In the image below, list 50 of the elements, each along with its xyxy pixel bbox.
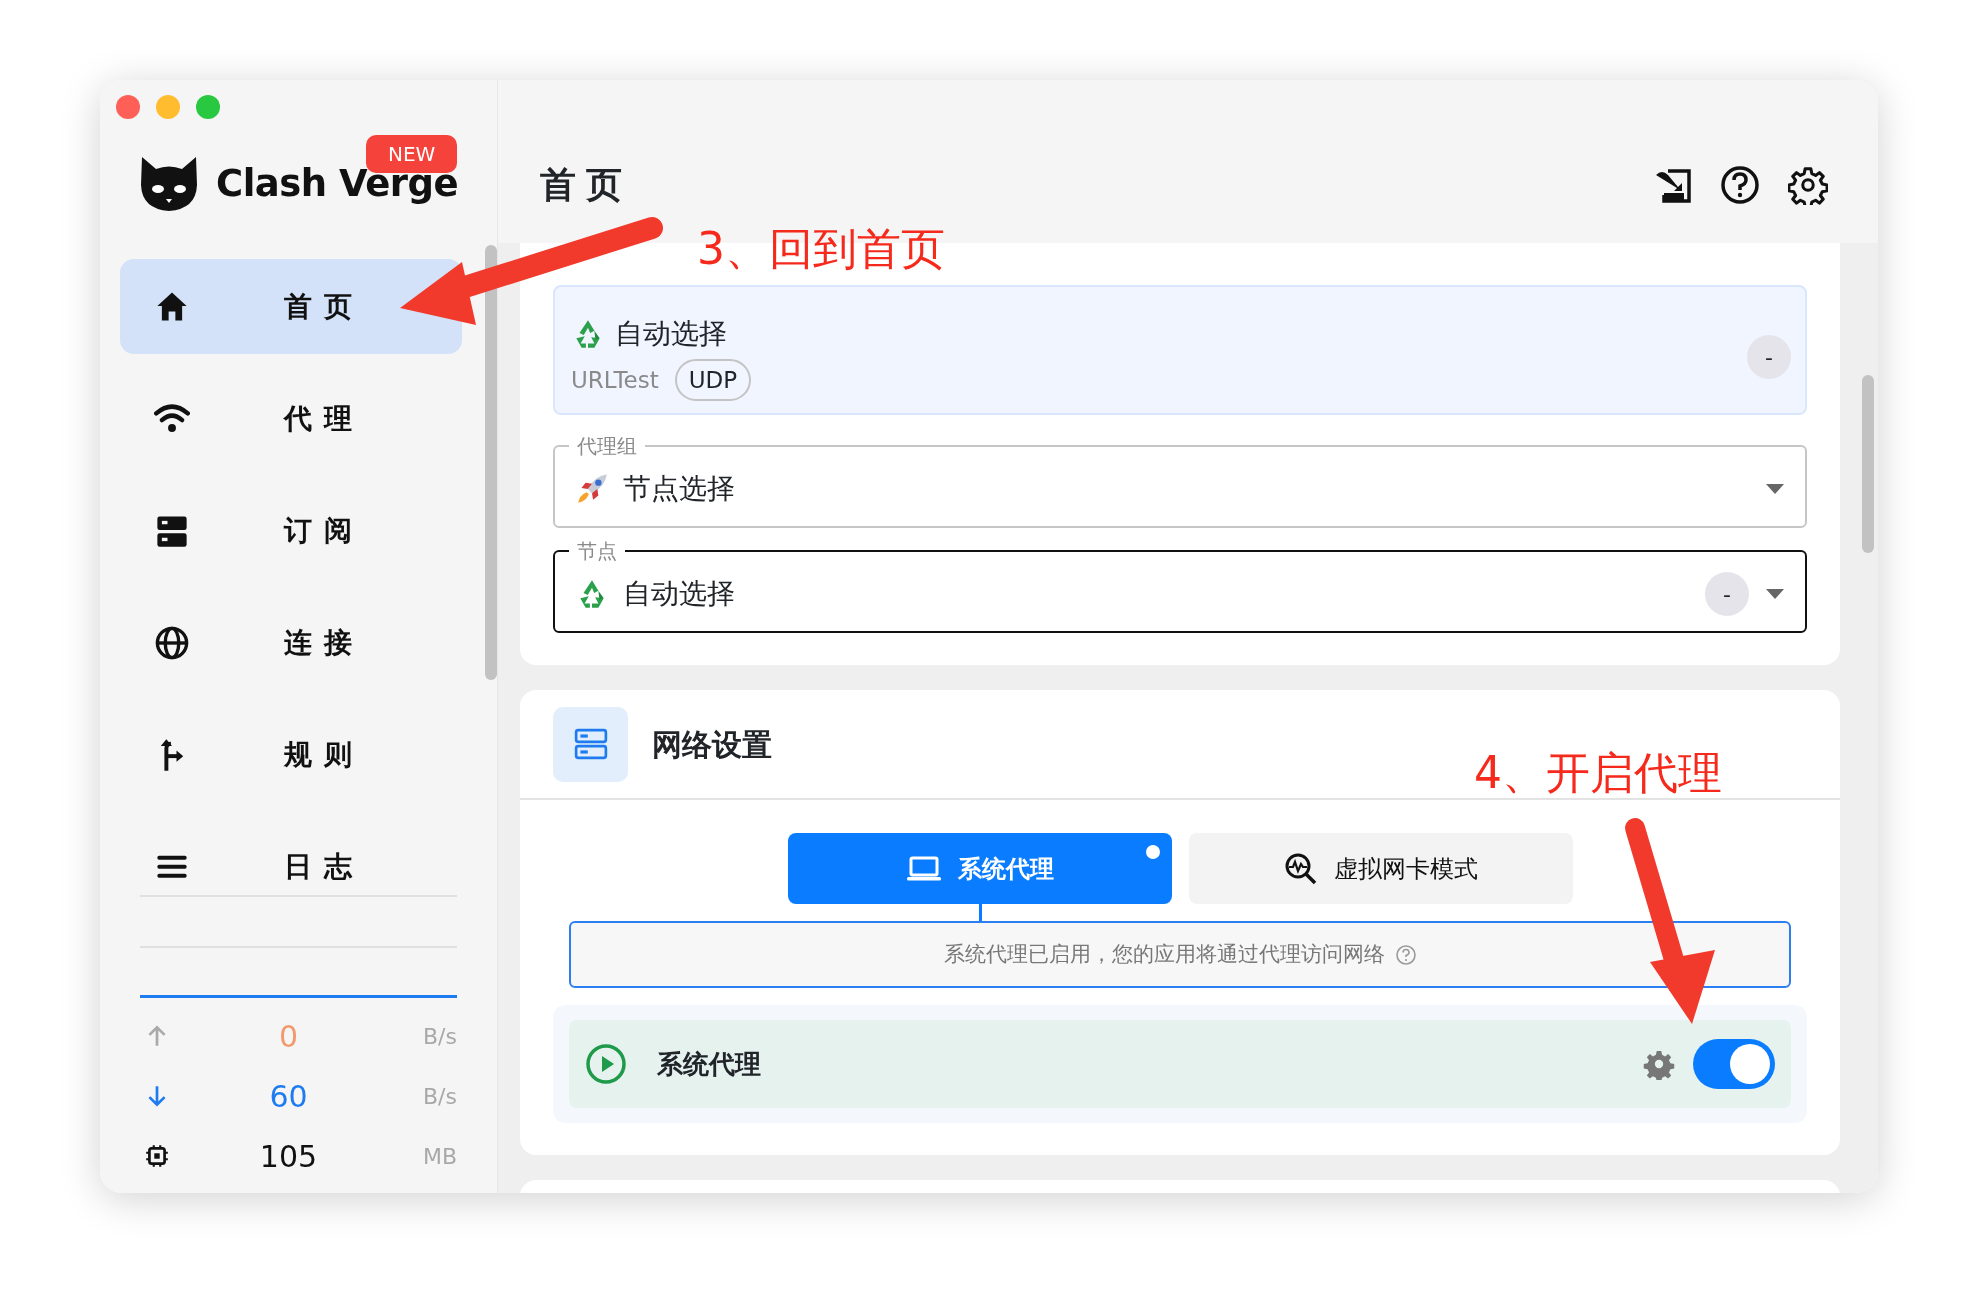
stat-unit: MB — [421, 1142, 457, 1171]
delay-indicator[interactable]: - — [1705, 572, 1749, 616]
stat-value: 0 — [277, 1017, 300, 1056]
server-icon — [573, 727, 608, 761]
sidebar-item[interactable]: 日志 — [120, 819, 462, 895]
stat-value: 105 — [258, 1137, 319, 1176]
window-control-button[interactable] — [196, 95, 220, 119]
caret-icon — [1765, 588, 1785, 600]
setting-label: 系统代理 — [657, 1047, 762, 1081]
globe-icon — [154, 624, 190, 661]
magnifier-pulse-icon — [1283, 851, 1318, 886]
laptop-icon — [905, 854, 942, 883]
group-name: 自动选择 — [615, 315, 727, 352]
sidebar-item[interactable]: 代理 — [120, 371, 462, 466]
mode-tab[interactable]: 系统代理 — [787, 833, 1172, 904]
toggle-switch[interactable] — [1693, 1039, 1775, 1089]
annotation-text: 3、回到首页 — [697, 222, 945, 276]
info-message: 系统代理已启用，您的应用将通过代理访问网络 — [943, 940, 1385, 968]
scrollbar-thumb[interactable] — [485, 245, 497, 680]
cat-logo-icon — [138, 155, 200, 213]
field-label: 节点 — [576, 539, 618, 563]
rocket-icon — [575, 472, 609, 506]
chip-icon — [144, 1143, 170, 1169]
annotation-text: 4、开启代理 — [1474, 746, 1722, 800]
select-field[interactable]: 代理组 节点选择 — [553, 434, 1807, 528]
select-field[interactable]: 节点 自动选择 - — [553, 539, 1807, 633]
settings-icon[interactable] — [1788, 164, 1828, 205]
delay-indicator[interactable]: - — [1747, 335, 1791, 379]
caret-icon — [1765, 483, 1785, 495]
sidebar-item[interactable]: 首页 — [120, 259, 462, 354]
sidebar-item[interactable]: 订阅 — [120, 483, 462, 578]
play-icon — [585, 1043, 627, 1085]
stat-unit: B/s — [422, 1022, 457, 1051]
window-control-button[interactable] — [116, 95, 140, 119]
window-control-button[interactable] — [156, 95, 180, 119]
stat-unit: B/s — [422, 1082, 457, 1111]
stat-value: 60 — [268, 1077, 309, 1116]
page-title: 首页 — [540, 162, 632, 207]
field-value: 节点选择 — [623, 471, 736, 507]
sidebar-item[interactable]: 连接 — [120, 595, 462, 690]
mode-tab[interactable]: 虚拟网卡模式 — [1188, 833, 1573, 904]
proxy-group-card[interactable]: 自动选择 URLTest UDP - — [553, 285, 1807, 415]
help-icon[interactable] — [1720, 164, 1760, 205]
scrollbar-thumb[interactable] — [1862, 375, 1874, 553]
section-title: 网络设置 — [652, 725, 772, 764]
udp-tag: UDP — [674, 358, 752, 402]
field-value: 自动选择 — [623, 576, 736, 612]
group-type: URLTest — [571, 365, 659, 395]
field-label: 代理组 — [576, 434, 638, 458]
sidebar-item[interactable]: 规则 — [120, 707, 462, 802]
